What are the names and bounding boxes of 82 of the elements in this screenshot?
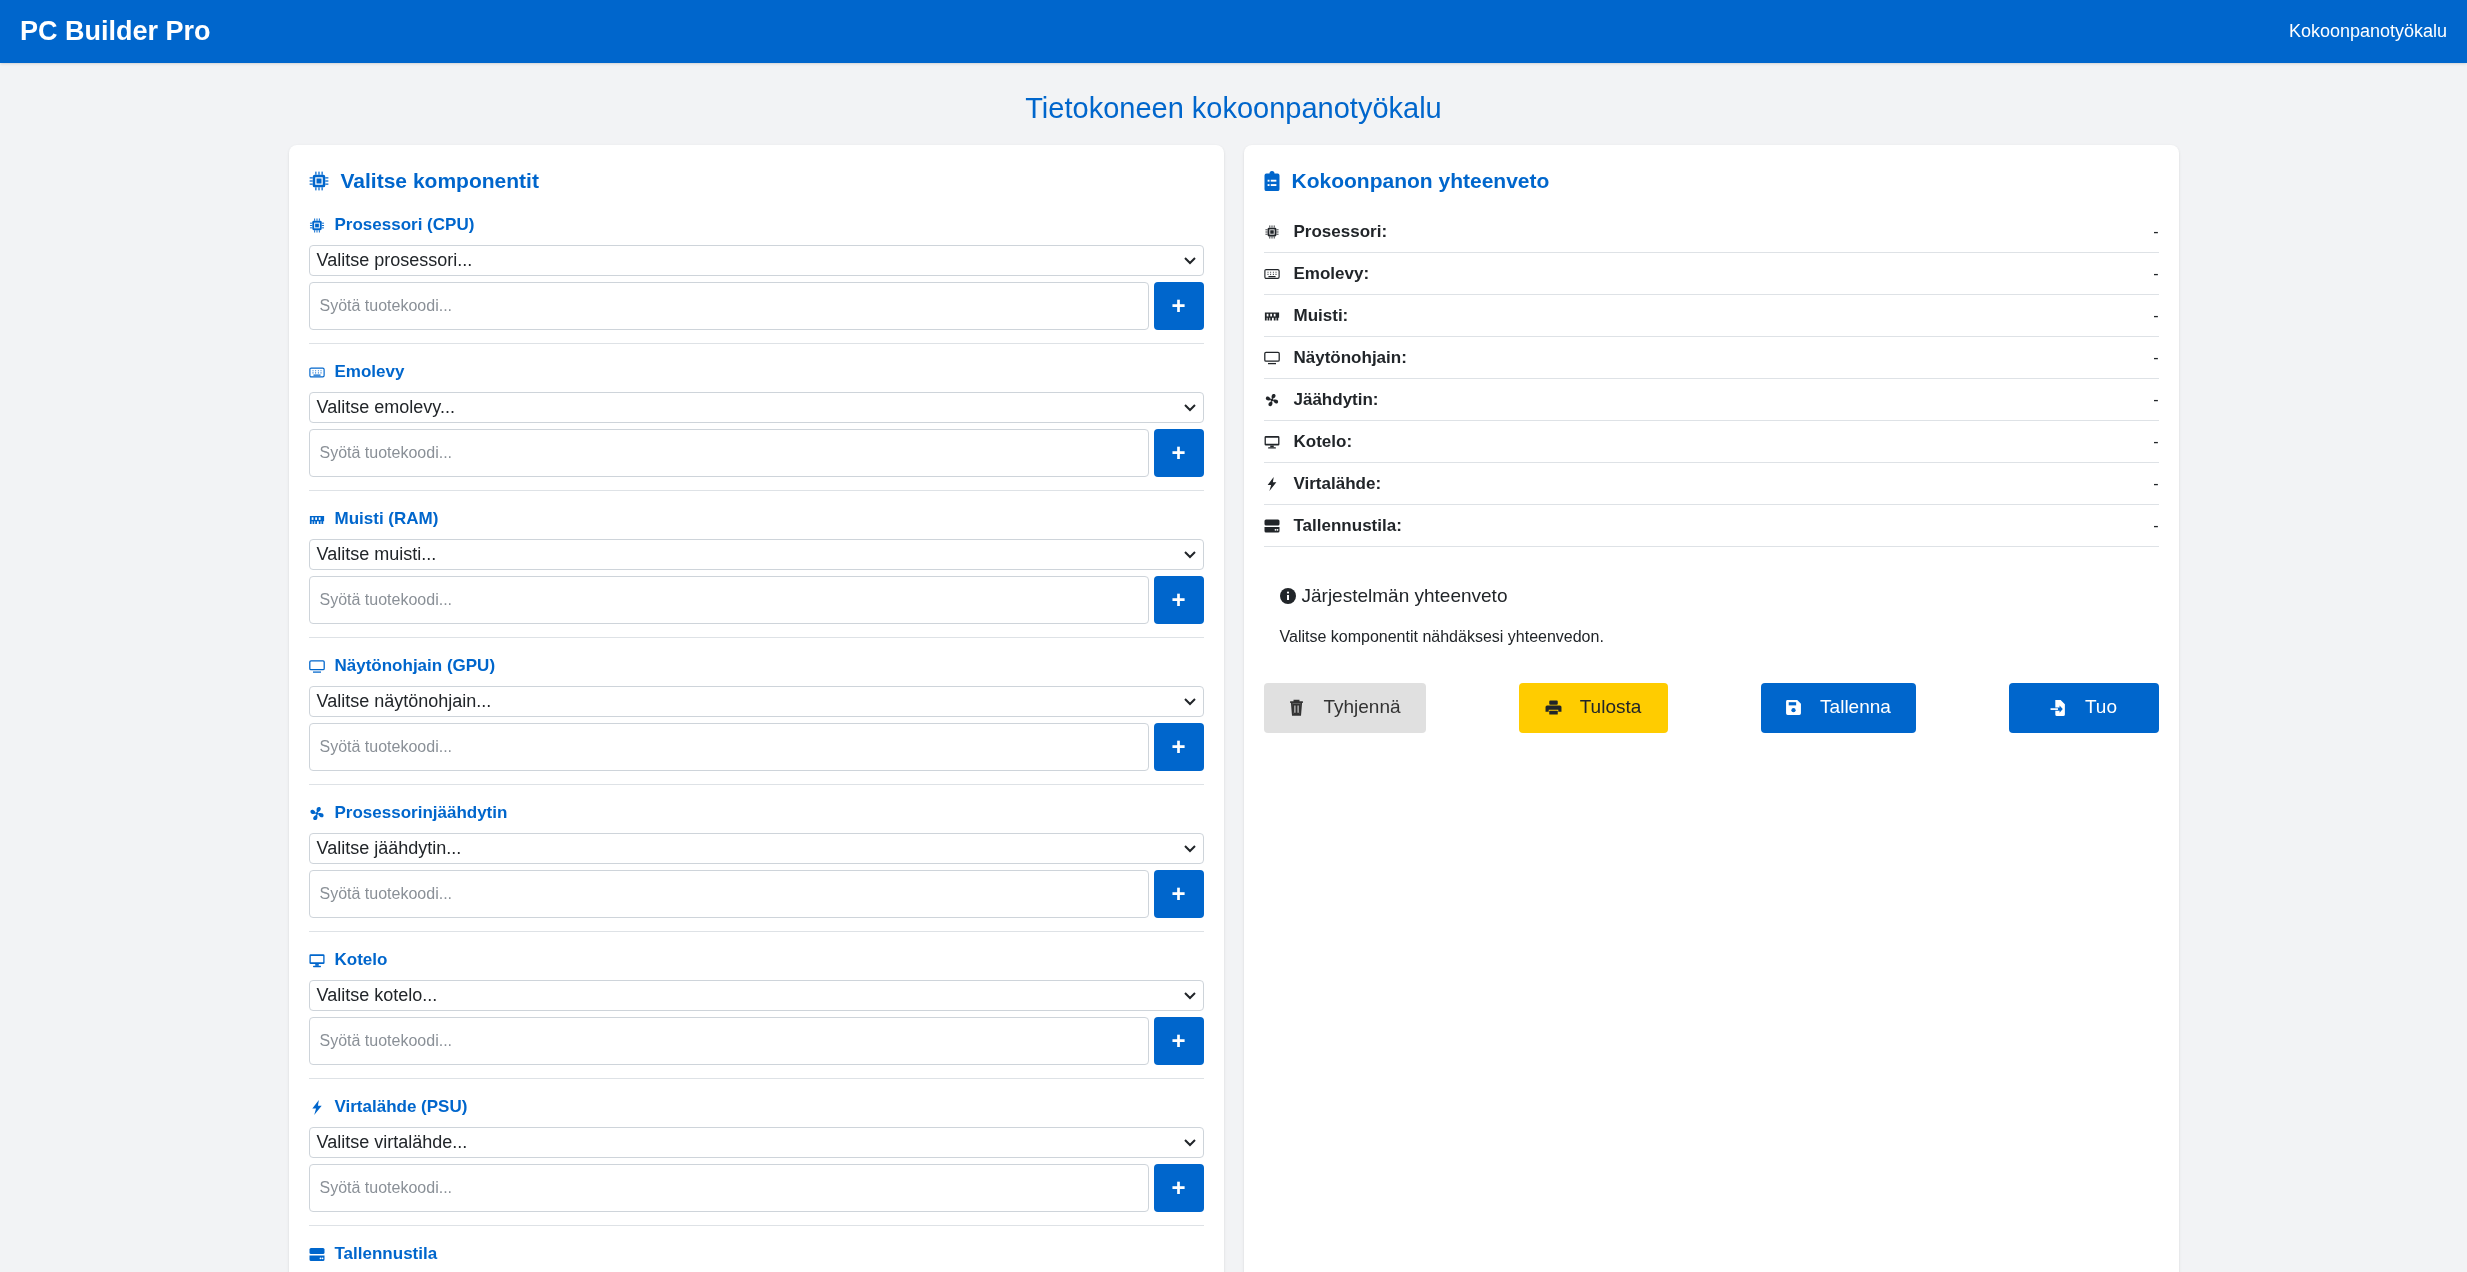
section-label: Prosessorinjäähdytin [334, 802, 508, 825]
chevron-icon [1183, 697, 1196, 706]
clear-button[interactable]: Tyhjennä [1263, 682, 1426, 733]
summary-label: Prosessori: [1293, 220, 1388, 243]
chevron-icon [1183, 844, 1196, 853]
add-button[interactable]: + [1153, 282, 1204, 330]
file-import-icon [2049, 699, 2067, 716]
summary-value: - [2153, 389, 2159, 410]
section-label: Prosessori (CPU) [334, 214, 475, 237]
summary-label: Tallennustila: [1293, 514, 1402, 537]
section-label: Näytönohjain (GPU) [334, 655, 496, 678]
trash-icon [1288, 699, 1306, 716]
summary-label: Emolevy: [1293, 262, 1370, 285]
keyboard-icon [308, 364, 325, 380]
summary-label: Muisti: [1293, 304, 1349, 327]
add-button[interactable]: + [1153, 870, 1204, 918]
save-button[interactable]: Tallenna [1760, 682, 1916, 733]
brand-title[interactable]: PC Builder Pro [20, 11, 211, 52]
section-label: Muisti (RAM) [334, 508, 439, 531]
summary-value: - [2153, 515, 2159, 536]
clipboard-icon [1263, 171, 1280, 191]
import-button[interactable]: Tuo [2008, 682, 2159, 733]
summary-value: - [2153, 473, 2159, 494]
add-button[interactable]: + [1153, 576, 1204, 624]
section-label: Tallennustila [334, 1243, 438, 1266]
add-button[interactable]: + [1153, 1164, 1204, 1212]
select-field[interactable]: Valitse muisti... [308, 539, 1204, 570]
summary-value: - [2153, 305, 2159, 326]
print-button[interactable]: Tulosta [1518, 682, 1668, 733]
card-title: Kokoonpanon yhteenveto [1291, 168, 1550, 195]
keyboard-icon [1263, 266, 1280, 281]
summary-value: - [2153, 263, 2159, 284]
product-code-field[interactable]: Syötä tuotekoodi... [308, 1164, 1149, 1212]
summary-value: - [2153, 347, 2159, 368]
monitor-icon [308, 658, 325, 674]
add-button[interactable]: + [1153, 723, 1204, 771]
section-label: Emolevy [334, 361, 405, 384]
info-icon [1279, 588, 1296, 605]
printer-icon [1544, 699, 1562, 716]
monitor-icon [1263, 350, 1280, 365]
page-title: Tietokoneen kokoonpanotyökalu [1025, 91, 1442, 127]
summary-value: - [2153, 431, 2159, 452]
section-label: Kotelo [334, 949, 388, 972]
select-field[interactable]: Valitse virtalähde... [308, 1127, 1204, 1158]
desktop-icon [308, 952, 325, 968]
summary-heading: Järjestelmän yhteenveto [1301, 584, 1508, 608]
product-code-field[interactable]: Syötä tuotekoodi... [308, 282, 1149, 330]
chevron-icon [1183, 1138, 1196, 1147]
chevron-icon [1183, 403, 1196, 412]
select-field[interactable]: Valitse näytönohjain... [308, 686, 1204, 717]
summary-label: Näytönohjain: [1293, 346, 1407, 369]
chevron-icon [1183, 550, 1196, 559]
select-field[interactable]: Valitse kotelo... [308, 980, 1204, 1011]
product-code-field[interactable]: Syötä tuotekoodi... [308, 723, 1149, 771]
chip-icon [308, 217, 325, 233]
chevron-icon [1183, 991, 1196, 1000]
drive-icon [308, 1246, 325, 1262]
summary-text: Valitse komponentit nähdäksesi yhteenvedon. [1279, 626, 1605, 647]
select-field[interactable]: Valitse emolevy... [308, 392, 1204, 423]
select-field[interactable]: Valitse jäähdytin... [308, 833, 1204, 864]
chevron-icon [1183, 256, 1196, 265]
product-code-field[interactable]: Syötä tuotekoodi... [308, 1017, 1149, 1065]
section-label: Virtalähde (PSU) [334, 1096, 468, 1119]
product-code-field[interactable]: Syötä tuotekoodi... [308, 429, 1149, 477]
card-title: Valitse komponentit [340, 168, 539, 195]
floppy-icon [1785, 699, 1803, 716]
product-code-field[interactable]: Syötä tuotekoodi... [308, 576, 1149, 624]
add-button[interactable]: + [1153, 1017, 1204, 1065]
summary-label: Kotelo: [1293, 430, 1353, 453]
desktop-icon [1263, 434, 1280, 449]
fan-icon [1263, 392, 1280, 407]
chip-icon [1263, 224, 1280, 239]
select-field[interactable]: Valitse prosessori... [308, 245, 1204, 276]
product-code-field[interactable]: Syötä tuotekoodi... [308, 870, 1149, 918]
summary-label: Virtalähde: [1293, 472, 1382, 495]
summary-value: - [2153, 221, 2159, 242]
add-button[interactable]: + [1153, 429, 1204, 477]
chip-icon [308, 171, 329, 191]
drive-icon [1263, 518, 1280, 533]
nav-link[interactable]: Kokoonpanotyökalu [2288, 18, 2447, 45]
summary-label: Jäähdytin: [1293, 388, 1379, 411]
fan-icon [308, 805, 325, 821]
